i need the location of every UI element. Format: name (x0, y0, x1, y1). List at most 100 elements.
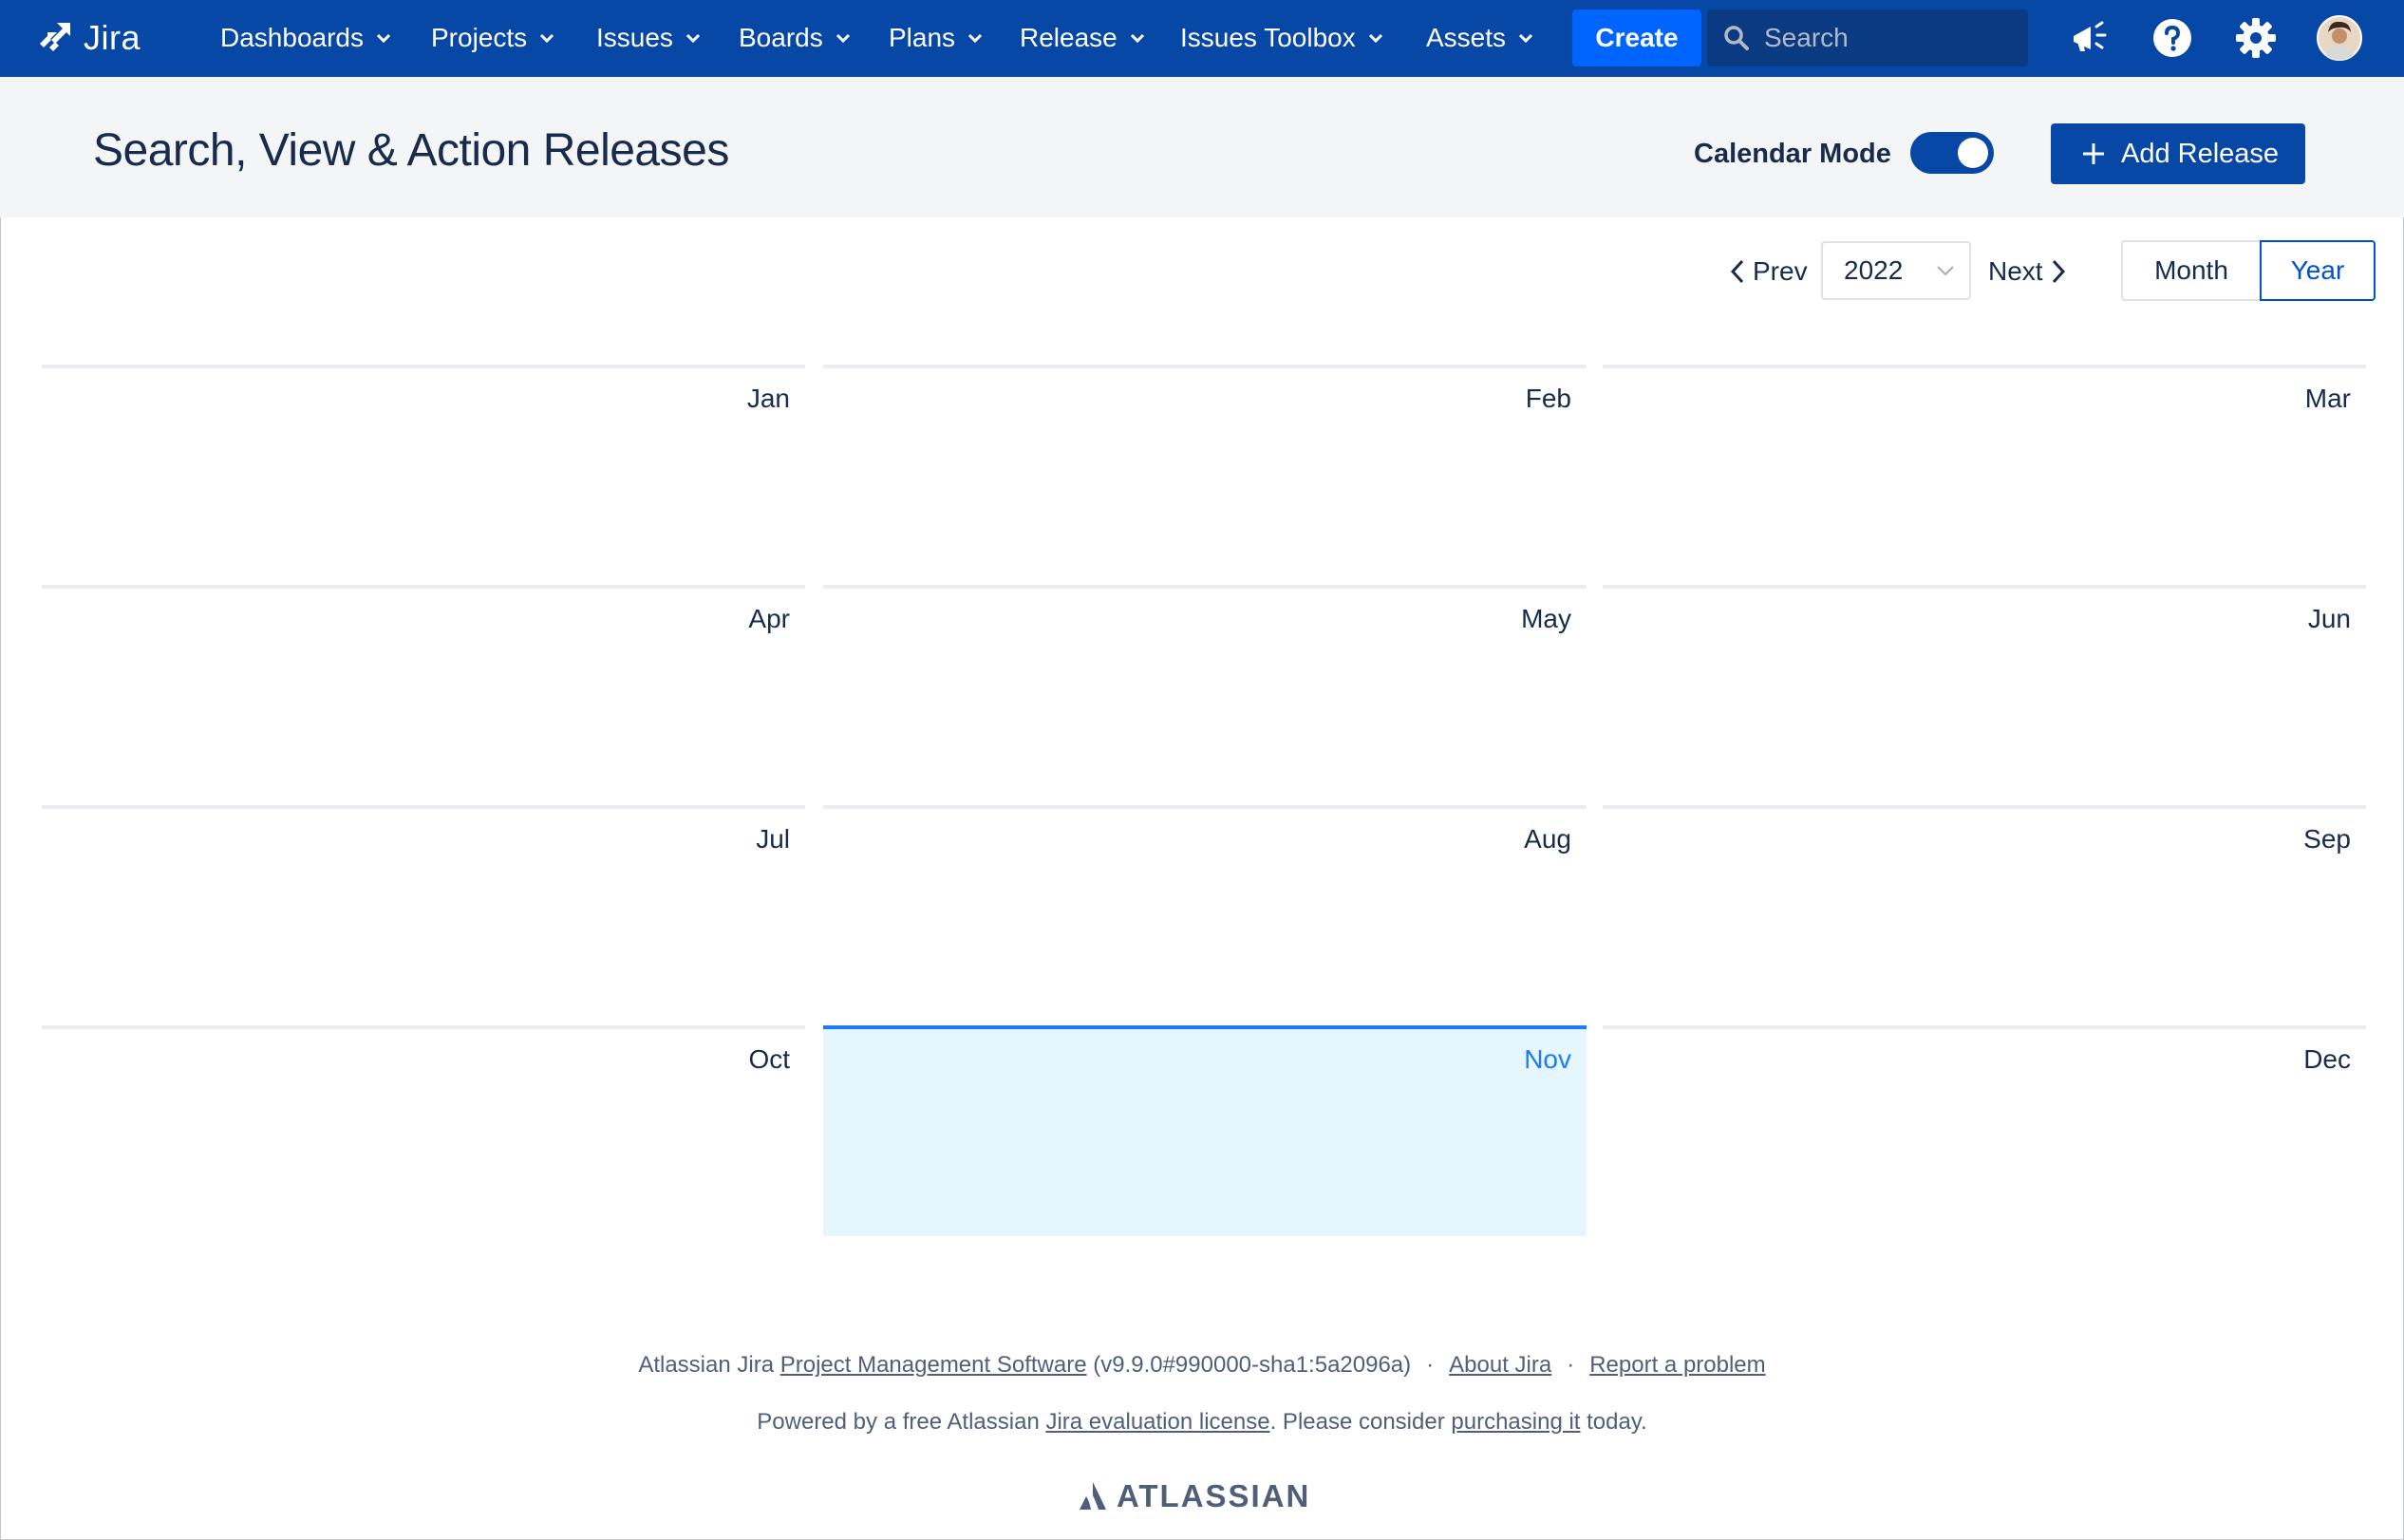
top-navigation: Jira Dashboards Projects Issues Boards P… (0, 0, 2404, 77)
page-header: Search, View & Action Releases Calendar … (0, 77, 2404, 217)
notifications-button[interactable] (2066, 15, 2112, 61)
atlassian-logo[interactable]: ATLASSIAN (1077, 1477, 1310, 1515)
month-label: Nov (1524, 1044, 1571, 1074)
search-input[interactable] (1762, 22, 2003, 54)
chevron-down-icon (540, 33, 554, 44)
month-label: Sep (2303, 824, 2351, 854)
year-value: 2022 (1844, 255, 1904, 285)
report-problem-link[interactable]: Report a problem (1589, 1352, 1765, 1378)
month-cell-feb[interactable]: Feb (823, 365, 1587, 575)
footer-text: today. (1580, 1409, 1647, 1435)
month-label: Aug (1524, 824, 1571, 854)
nav-label: Projects (431, 23, 528, 52)
footer-version-line: Atlassian Jira Project Management Softwa… (0, 1352, 2404, 1379)
nav-projects[interactable]: Projects (431, 17, 555, 59)
month-label: Mar (2304, 384, 2351, 413)
avatar (2317, 15, 2362, 61)
atlassian-logo-icon (1080, 1482, 1106, 1510)
month-label: Oct (748, 1044, 790, 1074)
month-cell-apr[interactable]: Apr (42, 585, 805, 796)
add-release-label: Add Release (2121, 138, 2280, 169)
chevron-down-icon (1130, 33, 1144, 44)
month-cell-jan[interactable]: Jan (42, 365, 805, 575)
create-button[interactable]: Create (1572, 9, 1701, 66)
view-toggle-group: Month Year (2121, 240, 2376, 301)
month-label: Jul (756, 824, 790, 854)
add-release-button[interactable]: Add Release (2051, 123, 2305, 184)
nav-label: Dashboards (220, 23, 364, 52)
chevron-down-icon (1368, 33, 1382, 44)
year-select[interactable]: 2022 (1821, 241, 1971, 300)
help-button[interactable] (2150, 15, 2195, 61)
chevron-down-icon (836, 33, 850, 44)
month-cell-jul[interactable]: Jul (42, 805, 805, 1016)
search-icon (1724, 26, 1749, 50)
chevron-down-icon (686, 33, 700, 44)
month-cell-dec[interactable]: Dec (1603, 1025, 2366, 1236)
jira-logo[interactable]: Jira (36, 17, 141, 59)
calendar-mode-toggle[interactable] (1910, 132, 1994, 174)
nav-assets[interactable]: Assets (1426, 17, 1534, 59)
nav-release[interactable]: Release (1020, 17, 1146, 59)
nav-dashboards[interactable]: Dashboards (220, 17, 392, 59)
settings-icon (2236, 18, 2276, 58)
month-label: Feb (1525, 384, 1571, 413)
month-cell-oct[interactable]: Oct (42, 1025, 805, 1236)
month-cell-jun[interactable]: Jun (1603, 585, 2366, 796)
nav-label: Assets (1426, 23, 1507, 52)
footer-text: . Please consider (1269, 1409, 1452, 1435)
footer-version: (v9.9.0#990000-sha1:5a2096a) (1086, 1352, 1412, 1378)
help-icon (2153, 19, 2191, 57)
settings-button[interactable] (2233, 15, 2279, 61)
next-label: Next (1988, 256, 2043, 286)
month-view-button[interactable]: Month (2121, 240, 2260, 301)
month-label: May (1521, 604, 1571, 633)
prev-label: Prev (1753, 256, 1808, 286)
month-label: Dec (2303, 1044, 2351, 1074)
nav-plans[interactable]: Plans (889, 17, 984, 59)
jira-logo-icon (40, 23, 70, 51)
month-cell-sep[interactable]: Sep (1603, 805, 2366, 1016)
prev-year-button[interactable]: Prev (1728, 249, 1808, 294)
evaluation-license-link[interactable]: Jira evaluation license (1045, 1409, 1269, 1435)
month-label: Jun (2307, 604, 2351, 633)
footer-license-line: Powered by a free Atlassian Jira evaluat… (0, 1409, 2404, 1436)
month-cell-mar[interactable]: Mar (1603, 365, 2366, 575)
nav-boards[interactable]: Boards (739, 17, 852, 59)
project-management-link[interactable]: Project Management Software (780, 1352, 1087, 1378)
toggle-knob (1958, 138, 1988, 168)
chevron-down-icon (1937, 266, 1954, 276)
purchasing-link[interactable]: purchasing it (1451, 1409, 1580, 1435)
page-title: Search, View & Action Releases (93, 125, 729, 176)
month-cell-aug[interactable]: Aug (823, 805, 1587, 1016)
chevron-down-icon (376, 33, 391, 44)
month-cell-nov-current[interactable]: Nov (823, 1025, 1587, 1236)
nav-issues-toolbox[interactable]: Issues Toolbox (1180, 17, 1384, 59)
atlassian-wordmark: ATLASSIAN (1117, 1478, 1311, 1513)
chevron-down-icon (1518, 33, 1533, 44)
footer-separator: · (1426, 1352, 1435, 1378)
nav-issues[interactable]: Issues (596, 17, 702, 59)
calendar-mode-label: Calendar Mode (1694, 139, 1891, 169)
month-cell-may[interactable]: May (823, 585, 1587, 796)
megaphone-icon (2074, 21, 2107, 51)
chevron-down-icon (967, 33, 983, 44)
footer-separator: · (1567, 1352, 1575, 1378)
nav-label: Issues (596, 23, 673, 52)
next-year-button[interactable]: Next (1988, 249, 2068, 294)
logo-text: Jira (84, 18, 141, 57)
year-view-button[interactable]: Year (2260, 240, 2376, 301)
chevron-left-icon (1730, 259, 1744, 284)
search-box[interactable] (1707, 9, 2028, 66)
nav-label: Release (1020, 23, 1117, 52)
month-label: Jan (746, 384, 790, 413)
nav-label: Boards (739, 23, 823, 52)
about-jira-link[interactable]: About Jira (1449, 1352, 1551, 1378)
footer-text: Atlassian Jira (638, 1352, 780, 1378)
nav-label: Issues Toolbox (1180, 23, 1356, 52)
month-label: Apr (748, 604, 790, 633)
footer-text: Powered by a free Atlassian (757, 1409, 1046, 1435)
profile-button[interactable] (2317, 15, 2362, 61)
nav-label: Plans (889, 23, 956, 52)
plus-icon (2083, 143, 2104, 164)
